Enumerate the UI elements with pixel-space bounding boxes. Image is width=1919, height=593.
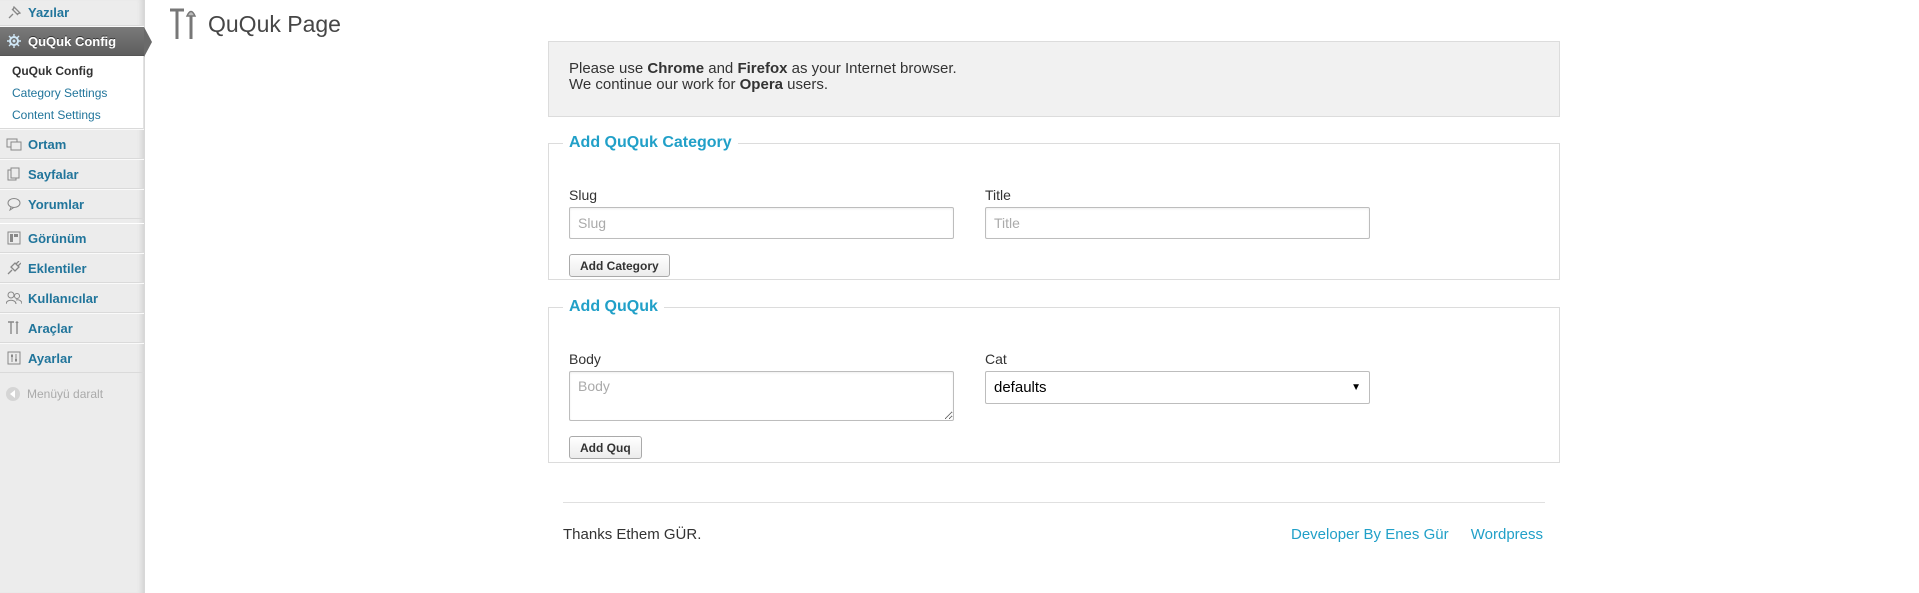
menu-label: Ayarlar	[28, 350, 73, 366]
notice-text: and	[704, 60, 738, 77]
body-field: Body	[569, 351, 954, 426]
menu-item-ququk-config[interactable]: QuQuk Config	[0, 26, 152, 57]
slug-label: Slug	[569, 187, 598, 203]
menu-label: Sayfalar	[28, 166, 79, 182]
add-ququk-form: Add QuQuk Body Cat defaults ▼ Add Quq	[548, 298, 1560, 463]
appearance-icon	[6, 230, 22, 246]
footer-divider	[563, 502, 1545, 503]
form-legend: Add QuQuk	[569, 298, 658, 315]
menu-label: QuQuk Config	[28, 33, 117, 49]
gear-icon	[6, 33, 22, 49]
menu-item-yorumlar[interactable]: Yorumlar	[0, 189, 144, 219]
menu-item-ayarlar[interactable]: Ayarlar	[0, 343, 144, 373]
menu-label: Eklentiler	[28, 260, 87, 276]
notice-text: as your Internet browser.	[787, 60, 957, 77]
menu-label: Kullanıcılar	[28, 290, 99, 306]
menu-label: Görünüm	[28, 230, 87, 246]
submenu-category-settings[interactable]: Category Settings	[0, 82, 143, 104]
cat-label: Cat	[985, 351, 1007, 367]
tools-icon	[6, 320, 22, 336]
users-icon	[6, 290, 22, 306]
notice-line-1: Please use Chrome and Firefox as your In…	[569, 61, 1539, 77]
cat-select[interactable]: defaults ▼	[985, 371, 1370, 404]
menu-item-sayfalar[interactable]: Sayfalar	[0, 159, 144, 189]
submenu-ququk-config[interactable]: QuQuk Config	[0, 60, 143, 82]
browser-notice: Please use Chrome and Firefox as your In…	[548, 41, 1560, 117]
cat-selected-value: defaults	[994, 379, 1047, 396]
slug-field: Slug	[569, 187, 954, 239]
ququk-submenu: QuQuk Config Category Settings Content S…	[0, 56, 144, 129]
page-header: QuQuk Page	[168, 6, 341, 42]
menu-item-yazilar[interactable]: Yazılar	[0, 0, 144, 26]
footer-credit: Thanks Ethem GÜR.	[563, 526, 702, 543]
add-quq-button[interactable]: Add Quq	[569, 436, 642, 459]
settings-icon	[6, 350, 22, 366]
title-input[interactable]	[985, 207, 1370, 239]
title-label: Title	[985, 187, 1011, 203]
notice-text: We continue our work for	[569, 76, 740, 93]
dropdown-caret-icon: ▼	[1351, 382, 1361, 393]
submenu-content-settings[interactable]: Content Settings	[0, 104, 143, 126]
body-label: Body	[569, 351, 601, 367]
menu-item-ortam[interactable]: Ortam	[0, 129, 144, 159]
plugin-icon	[6, 260, 22, 276]
browser-name: Chrome	[647, 60, 705, 77]
menu-item-kullanicilar[interactable]: Kullanıcılar	[0, 283, 144, 313]
menu-item-gorunum[interactable]: Görünüm	[0, 223, 144, 253]
form-legend: Add QuQuk Category	[569, 134, 732, 151]
pages-icon	[6, 166, 22, 182]
notice-line-2: We continue our work for Opera users.	[569, 77, 1539, 93]
notice-text: users.	[783, 76, 829, 93]
cat-field: Cat defaults ▼	[985, 351, 1370, 404]
add-category-button[interactable]: Add Category	[569, 254, 670, 277]
pin-icon	[6, 5, 22, 21]
browser-name: Firefox	[737, 60, 788, 77]
menu-label: Yorumlar	[28, 196, 85, 212]
media-icon	[6, 136, 22, 152]
developer-link[interactable]: Developer By Enes Gür	[1291, 526, 1449, 543]
menu-item-araclar[interactable]: Araçlar	[0, 313, 144, 343]
wordpress-link[interactable]: Wordpress	[1471, 526, 1543, 543]
page-title: QuQuk Page	[208, 10, 341, 37]
browser-name: Opera	[739, 76, 783, 93]
admin-sidebar: Yazılar QuQuk Config QuQuk Config Catego…	[0, 0, 152, 593]
footer-links: Developer By Enes Gür Wordpress	[1273, 526, 1543, 543]
collapse-label: Menüyü daralt	[27, 387, 104, 401]
slug-input[interactable]	[569, 207, 954, 239]
comment-icon	[6, 196, 22, 212]
collapse-menu-button[interactable]: Menüyü daralt	[0, 379, 144, 409]
menu-label: Yazılar	[28, 5, 70, 20]
body-textarea[interactable]	[569, 371, 954, 421]
menu-label: Ortam	[28, 136, 67, 152]
title-field: Title	[985, 187, 1370, 239]
tools-icon	[168, 7, 198, 41]
menu-label: Araçlar	[28, 320, 73, 336]
add-category-form: Add QuQuk Category Slug Title Add Catego…	[548, 134, 1560, 280]
menu-item-eklentiler[interactable]: Eklentiler	[0, 253, 144, 283]
collapse-arrow-icon	[6, 387, 20, 401]
notice-text: Please use	[569, 60, 648, 77]
